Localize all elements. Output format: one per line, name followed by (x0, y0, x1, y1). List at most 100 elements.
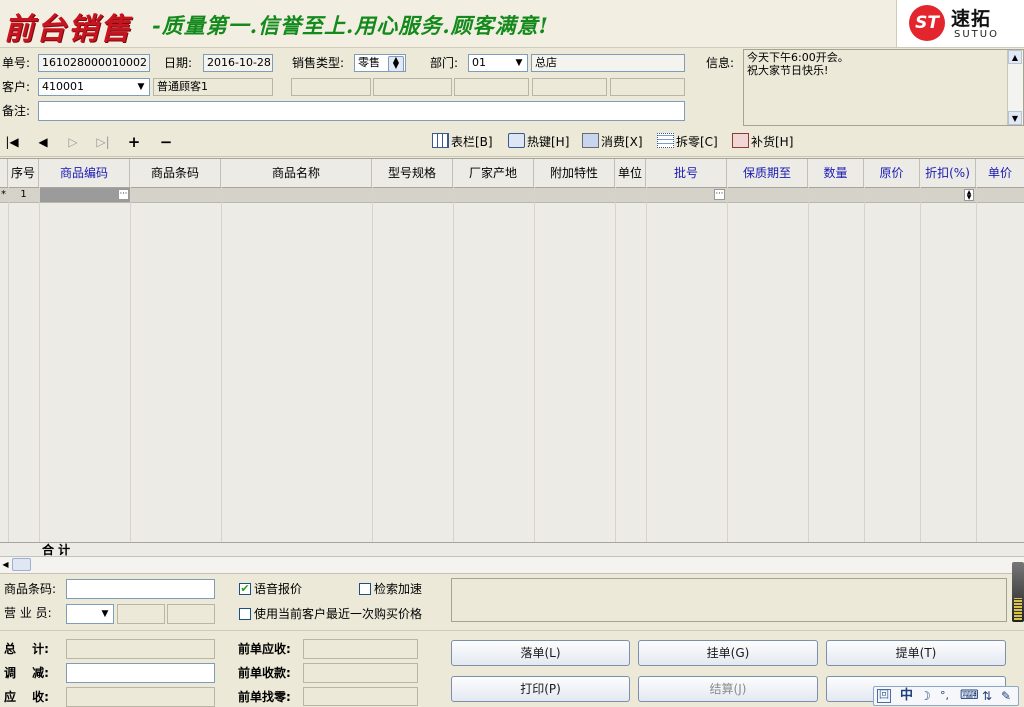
spinner-icon[interactable]: ▲ ▼ (964, 189, 974, 201)
customer-code-select[interactable]: 410001 ▼ (38, 78, 150, 96)
col-header[interactable]: 商品名称 (221, 159, 372, 187)
last-price-checkbox[interactable] (239, 608, 251, 620)
ime-halfwidth-icon[interactable]: ☽ (920, 688, 931, 704)
col-header[interactable]: 厂家产地 (453, 159, 534, 187)
info-label: 信息: (706, 56, 735, 70)
sale-type-value: 零售 (358, 56, 380, 69)
table-row[interactable]: * 1 ··· ··· ▲ ▼ (0, 188, 1024, 203)
search-accel-checkbox[interactable] (359, 583, 371, 595)
consume-icon (582, 133, 599, 148)
customer-label: 客户: (2, 80, 31, 94)
product-code-cell[interactable] (39, 188, 130, 202)
col-header[interactable]: 原价 (864, 159, 920, 187)
ime-toolbar[interactable]: 回 中 ☽ °, ⌨ ⇅ ✎ (873, 686, 1019, 706)
customer-code-value: 410001 (42, 80, 84, 93)
ime-mode-icon[interactable]: 回 (877, 689, 891, 703)
scroll-thumb[interactable] (12, 558, 31, 571)
last-record-icon[interactable]: ▷| (94, 133, 112, 151)
col-header[interactable]: 型号规格 (372, 159, 453, 187)
readonly-field (532, 78, 607, 96)
col-header[interactable]: 折扣(%) (920, 159, 976, 187)
remove-row-icon[interactable]: − (157, 133, 175, 151)
consume-button-label: 消费[X] (601, 135, 643, 149)
col-header[interactable]: 商品编码 (39, 159, 130, 187)
col-header[interactable]: 保质期至 (727, 159, 808, 187)
order-no-field[interactable]: 161028000010002 (38, 54, 150, 72)
grid-header: 序号 商品编码 商品条码 商品名称 型号规格 厂家产地 附加特性 单位 批号 保… (0, 159, 1024, 188)
restock-button-label: 补货[H] (751, 135, 794, 149)
keyboard-icon (508, 133, 525, 148)
salesperson-label: 营 业 员: (4, 606, 52, 620)
consume-button[interactable]: 消费[X] (582, 133, 643, 151)
date-field[interactable]: 2016-10-28 (203, 54, 273, 72)
settle-button[interactable]: 结算(J) (638, 676, 818, 702)
ime-keyboard-icon[interactable]: ⌨ (960, 688, 979, 704)
dept-label: 部门: (430, 56, 459, 70)
adjust-input[interactable] (66, 663, 215, 683)
col-header[interactable]: 单价 (976, 159, 1024, 187)
hotkey-button[interactable]: 热键[H] (508, 133, 569, 151)
salesperson-code-field (117, 604, 165, 624)
drop-order-button[interactable]: 落单(L) (451, 640, 630, 666)
ime-switch-icon[interactable]: ⇅ (982, 688, 992, 704)
prev-receivable-label: 前单应收: (238, 642, 291, 656)
dept-code-select[interactable]: 01 ▼ (468, 54, 528, 72)
columns-button[interactable]: 表栏[B] (432, 133, 493, 151)
first-record-icon[interactable]: |◀ (3, 133, 21, 151)
sale-type-select[interactable]: 零售 ▲ ▼ (354, 54, 406, 72)
toolbar: |◀ ◀ ▷ ▷| + − 表栏[B] 热键[H] 消费[X] 拆零[C] 补货… (0, 128, 1024, 157)
banner-slogan: -质量第一.信誉至上.用心服务.顾客满意! (152, 13, 549, 38)
restock-button[interactable]: 补货[H] (732, 133, 793, 151)
col-header[interactable]: 数量 (808, 159, 864, 187)
readonly-field (373, 78, 452, 96)
col-header[interactable]: 商品条码 (130, 159, 221, 187)
hold-order-button[interactable]: 挂单(G) (638, 640, 818, 666)
row-marker: * (1, 189, 6, 200)
voice-quote-checkbox[interactable]: ✔ (239, 583, 251, 595)
prev-received-label: 前单收款: (238, 666, 291, 680)
spinner-icon[interactable]: ▲ ▼ (388, 56, 404, 71)
print-button[interactable]: 打印(P) (451, 676, 630, 702)
info-panel[interactable]: 今天下午6:00开会。 祝大家节日快乐! ▲ ▼ (743, 49, 1024, 126)
total-sum-label: 总 计: (4, 642, 49, 656)
restock-icon (732, 133, 749, 148)
scroll-left-icon[interactable]: ◀ (0, 558, 11, 571)
ellipsis-icon[interactable]: ··· (714, 189, 725, 200)
retrieve-order-button[interactable]: 提单(T) (826, 640, 1006, 666)
info-scrollbar[interactable]: ▲ ▼ (1007, 50, 1023, 125)
next-record-icon[interactable]: ▷ (64, 133, 82, 151)
chevron-down-icon[interactable]: ▼ (512, 56, 526, 70)
prev-change-field (303, 687, 418, 706)
salesperson-select[interactable]: ▼ (66, 604, 114, 624)
chevron-down-icon[interactable]: ▼ (98, 607, 112, 621)
add-row-icon[interactable]: + (125, 133, 143, 151)
info-line-1: 今天下午6:00开会。 (747, 51, 849, 64)
chevron-down-icon[interactable]: ▼ (134, 80, 148, 94)
grid-total-row: 合 计 (0, 542, 1024, 557)
col-header[interactable]: 附加特性 (534, 159, 615, 187)
row-index: 1 (20, 189, 27, 200)
col-header[interactable]: 批号 (646, 159, 727, 187)
barcode-input[interactable] (66, 579, 215, 599)
search-accel-label: 检索加速 (374, 582, 423, 596)
logo-chinese-name: 速拓 (951, 8, 992, 30)
split-button[interactable]: 拆零[C] (657, 133, 718, 151)
date-label: 日期: (164, 56, 193, 70)
ime-punctuation-icon[interactable]: °, (940, 688, 949, 704)
dept-code-value: 01 (472, 56, 486, 69)
ime-settings-icon[interactable]: ✎ (1001, 688, 1011, 704)
message-panel (451, 578, 1007, 622)
col-header[interactable]: 序号 (8, 159, 39, 187)
note-input[interactable] (38, 101, 685, 121)
col-header[interactable]: 单位 (615, 159, 646, 187)
grid-horizontal-scrollbar[interactable]: ◀ (0, 556, 1024, 574)
scroll-down-icon[interactable]: ▼ (1008, 111, 1022, 125)
sales-grid[interactable]: 序号 商品编码 商品条码 商品名称 型号规格 厂家产地 附加特性 单位 批号 保… (0, 158, 1024, 557)
app-banner: 前台销售 -质量第一.信誉至上.用心服务.顾客满意! ST 速拓 SUTUO (0, 0, 1024, 48)
logo-mark-icon: ST (909, 5, 945, 41)
split-grid-icon (657, 133, 674, 148)
ellipsis-icon[interactable]: ··· (118, 189, 129, 200)
ime-lang-icon[interactable]: 中 (900, 688, 913, 704)
prev-record-icon[interactable]: ◀ (34, 133, 52, 151)
scroll-up-icon[interactable]: ▲ (1008, 50, 1022, 64)
